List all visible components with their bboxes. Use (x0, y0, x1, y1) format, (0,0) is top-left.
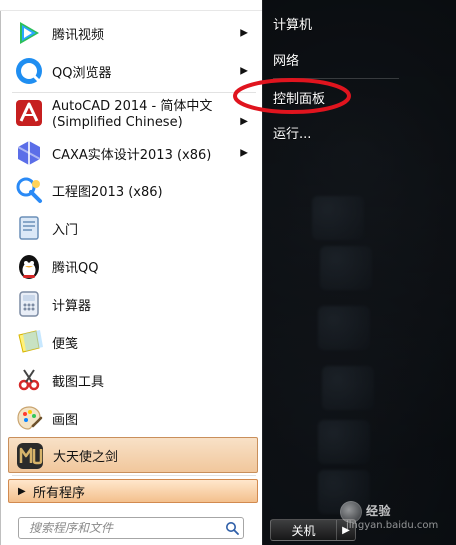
start-menu-right-pane: 计算机 网络 控制面板 运行... (262, 0, 456, 545)
getting-started-icon (14, 213, 44, 243)
start-item-paint[interactable]: 画图 (8, 399, 258, 437)
start-item-getting-started[interactable]: 入门 (8, 209, 258, 247)
watermark-site: jingyan.baidu.com (346, 520, 439, 531)
start-item-label: 便笺 (52, 336, 79, 352)
start-item-qq-browser[interactable]: QQ浏览器 ▶ (8, 52, 258, 90)
caxa-icon (14, 138, 44, 168)
right-item-network[interactable]: 网络 (273, 48, 299, 70)
right-item-label: 网络 (273, 53, 300, 69)
start-item-label: 腾讯视频 (52, 27, 105, 43)
search-box[interactable] (18, 517, 244, 539)
snipping-tool-icon (14, 365, 44, 395)
start-item-label: 大天使之剑 (53, 449, 119, 465)
start-item-label: 画图 (52, 412, 79, 428)
calculator-icon (14, 289, 44, 319)
right-item-label: 运行... (273, 126, 312, 142)
start-item-label: 腾讯QQ (52, 260, 99, 276)
menu-divider (12, 475, 256, 476)
start-menu-left-pane: 腾讯视频 ▶ QQ浏览器 ▶ AutoCAD 2014 - 简体中文 (Simp… (0, 0, 262, 545)
start-item-label: 计算器 (52, 298, 92, 314)
start-item-label: QQ浏览器 (52, 65, 112, 81)
submenu-arrow-icon: ▶ (240, 147, 248, 159)
watermark: 经验 jingyan.baidu.com (340, 498, 450, 538)
right-item-label: 计算机 (273, 17, 313, 33)
start-item-autocad[interactable]: AutoCAD 2014 - 简体中文 (Simplified Chinese)… (8, 94, 258, 138)
search-input[interactable] (19, 518, 221, 538)
sticky-notes-icon (14, 327, 44, 357)
qq-browser-icon (14, 56, 44, 86)
right-item-control-panel[interactable]: 控制面板 (273, 86, 325, 108)
qq-penguin-icon (14, 251, 44, 281)
right-item-label: 控制面板 (273, 91, 326, 107)
start-item-snipping-tool[interactable]: 截图工具 (8, 361, 258, 399)
play-triangle-icon: ▶ (18, 486, 26, 497)
all-programs-button[interactable]: ▶ 所有程序 (8, 479, 258, 503)
right-item-computer[interactable]: 计算机 (273, 12, 312, 34)
start-item-label: 工程图2013 (x86) (52, 184, 163, 200)
autocad-label-line1: AutoCAD 2014 - 简体中文 (52, 99, 213, 114)
start-item-label: 入门 (52, 222, 79, 238)
start-item-tencent-video[interactable]: 腾讯视频 ▶ (8, 14, 258, 52)
menu-divider (12, 92, 256, 93)
submenu-arrow-icon: ▶ (240, 27, 248, 39)
submenu-arrow-icon: ▶ (240, 116, 248, 127)
start-item-tencent-qq[interactable]: 腾讯QQ (8, 247, 258, 285)
watermark-brand: 经验 (366, 504, 392, 518)
paint-icon (14, 403, 44, 433)
right-item-run[interactable]: 运行... (273, 121, 311, 143)
start-item-label: 截图工具 (52, 374, 105, 390)
engineering-drawing-icon (14, 175, 44, 205)
right-pane-divider (273, 78, 399, 79)
autocad-label: AutoCAD 2014 - 简体中文 (Simplified Chinese) (52, 94, 212, 131)
start-menu-top-edge (0, 0, 262, 11)
autocad-icon (14, 98, 44, 128)
start-item-caxa[interactable]: CAXA实体设计2013 (x86) ▶ (8, 134, 258, 172)
start-item-calculator[interactable]: 计算器 (8, 285, 258, 323)
autocad-label-line2: (Simplified Chinese) (52, 115, 183, 130)
all-programs-label: 所有程序 (33, 485, 86, 501)
start-item-label: CAXA实体设计2013 (x86) (52, 147, 212, 163)
start-item-engineering-drawing[interactable]: 工程图2013 (x86) (8, 171, 258, 209)
search-icon[interactable] (221, 519, 243, 537)
tencent-video-icon (14, 18, 44, 48)
submenu-arrow-icon: ▶ (240, 65, 248, 77)
start-item-game[interactable]: 大天使之剑 (8, 437, 258, 473)
shutdown-label: 关机 (271, 520, 337, 540)
game-mu-icon (15, 441, 45, 471)
start-item-sticky-notes[interactable]: 便笺 (8, 323, 258, 361)
